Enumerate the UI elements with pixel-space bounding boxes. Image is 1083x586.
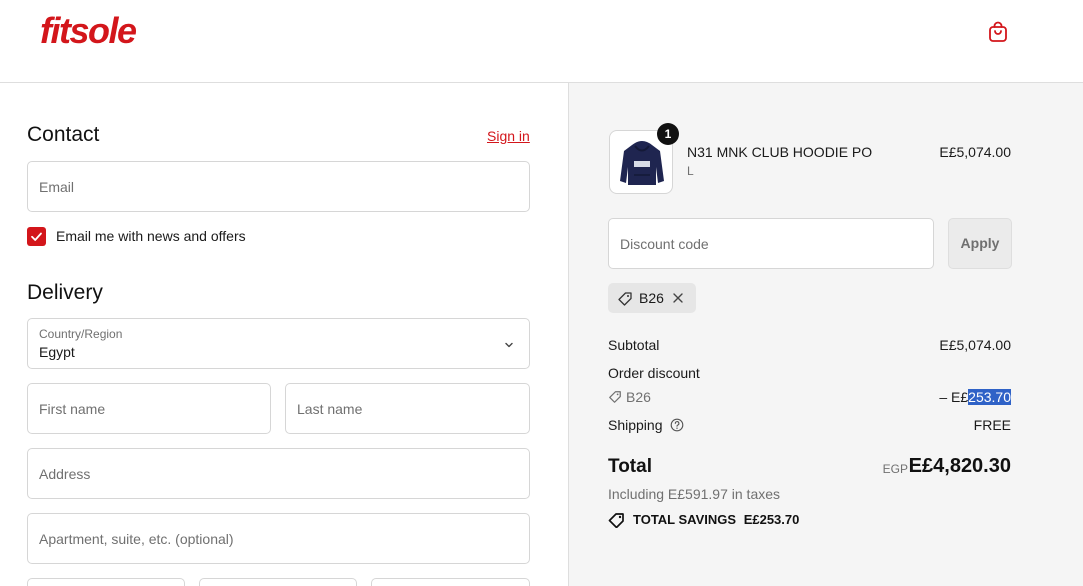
country-value: Egypt bbox=[39, 344, 75, 360]
shipping-row: Shipping bbox=[608, 417, 684, 433]
last-name-field[interactable]: Last name bbox=[285, 383, 530, 434]
tag-icon bbox=[609, 391, 621, 403]
apartment-placeholder: Apartment, suite, etc. (optional) bbox=[39, 530, 234, 547]
site-header: fitsole bbox=[0, 0, 1083, 83]
price-tag-icon bbox=[608, 513, 624, 528]
subtotal-value: E£5,074.00 bbox=[939, 337, 1011, 353]
tag-icon bbox=[618, 292, 632, 306]
delivery-heading: Delivery bbox=[27, 281, 103, 304]
city-field[interactable] bbox=[27, 578, 185, 586]
total-savings: TOTAL SAVINGS E£253.70 bbox=[608, 512, 800, 528]
shipping-value: FREE bbox=[973, 417, 1011, 433]
savings-label: TOTAL SAVINGS bbox=[633, 512, 737, 527]
total-label: Total bbox=[608, 456, 652, 477]
product-price: E£5,074.00 bbox=[939, 144, 1011, 160]
newsletter-checkbox[interactable] bbox=[27, 227, 46, 246]
discount-code-field[interactable]: Discount code bbox=[608, 218, 934, 269]
help-circle-icon[interactable] bbox=[670, 418, 684, 432]
quantity-badge: 1 bbox=[657, 123, 679, 145]
discount-line-code: B26 bbox=[626, 389, 651, 405]
applied-discount-code: B26 bbox=[639, 290, 664, 306]
country-label: Country/Region bbox=[39, 327, 123, 341]
last-name-placeholder: Last name bbox=[297, 400, 363, 417]
address-placeholder: Address bbox=[39, 465, 91, 482]
address-field[interactable]: Address bbox=[27, 448, 530, 499]
country-select[interactable]: Country/Region Egypt bbox=[27, 318, 530, 369]
discount-placeholder: Discount code bbox=[620, 235, 709, 252]
shopping-bag-icon[interactable] bbox=[986, 20, 1010, 44]
apartment-field[interactable]: Apartment, suite, etc. (optional) bbox=[27, 513, 530, 564]
subtotal-label: Subtotal bbox=[608, 337, 660, 353]
chevron-down-icon bbox=[505, 342, 513, 348]
total-value: E£4,820.30 bbox=[908, 455, 1011, 477]
sign-in-link[interactable]: Sign in bbox=[487, 128, 530, 144]
governorate-field[interactable] bbox=[199, 578, 357, 586]
close-icon[interactable] bbox=[672, 292, 684, 304]
discount-amount: 253.70 bbox=[968, 389, 1011, 405]
discount-prefix: – E£ bbox=[939, 389, 969, 405]
fitsole-logo[interactable]: fitsole bbox=[40, 10, 137, 52]
order-summary: 1 N31 MNK CLUB HOODIE PO L E£5,074.00 Di… bbox=[568, 83, 1083, 586]
email-placeholder: Email bbox=[39, 178, 75, 195]
discount-value: – E£253.70 bbox=[939, 389, 1011, 405]
savings-value: E£253.70 bbox=[743, 512, 800, 527]
checkmark-icon bbox=[31, 232, 42, 241]
newsletter-label: Email me with news and offers bbox=[56, 228, 246, 244]
contact-heading: Contact bbox=[27, 123, 100, 146]
shipping-label: Shipping bbox=[608, 417, 663, 433]
product-name: N31 MNK CLUB HOODIE PO bbox=[687, 144, 873, 160]
total-currency: EGP bbox=[882, 462, 908, 476]
email-field[interactable]: Email bbox=[27, 161, 530, 212]
first-name-field[interactable]: First name bbox=[27, 383, 271, 434]
checkout-form: Contact Sign in Email Email me with news… bbox=[0, 83, 568, 586]
taxes-note: Including E£591.97 in taxes bbox=[608, 486, 781, 502]
discount-line: B26 bbox=[608, 389, 651, 405]
product-variant: L bbox=[687, 164, 694, 178]
postal-code-field[interactable] bbox=[371, 578, 530, 586]
applied-discount-chip: B26 bbox=[608, 283, 696, 313]
order-discount-label: Order discount bbox=[608, 365, 700, 381]
first-name-placeholder: First name bbox=[39, 400, 106, 417]
apply-button[interactable]: Apply bbox=[948, 218, 1012, 269]
